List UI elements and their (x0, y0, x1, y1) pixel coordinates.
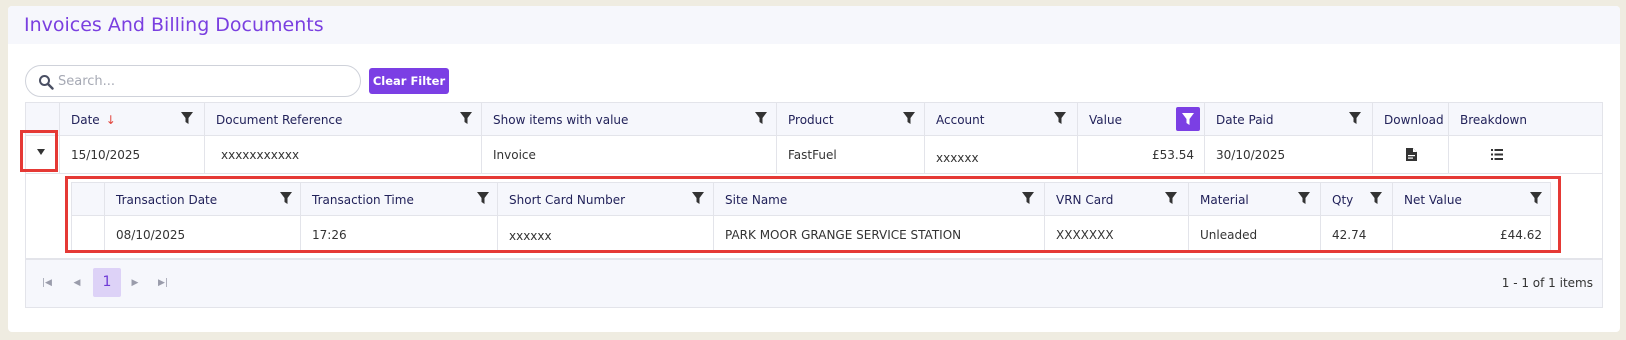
cell-breakdown (1448, 136, 1604, 173)
expand-toggle-button[interactable] (20, 130, 58, 172)
column-header-value[interactable]: Value (1077, 103, 1204, 135)
page-number-current[interactable]: 1 (93, 268, 121, 297)
sort-descending-icon[interactable]: ↓ (106, 113, 116, 127)
filter-active-button-value[interactable] (1176, 107, 1200, 131)
search-input[interactable] (58, 70, 348, 92)
cell-account: xxxxxx (924, 136, 1077, 173)
detail-highlight-outline (65, 176, 1561, 253)
filter-icon-show-items-with-value[interactable] (754, 111, 768, 125)
column-label-date-paid: Date Paid (1216, 113, 1274, 127)
pager: |◀ ◀ 1 ▶ ▶| 1 - 1 of 1 items (26, 259, 1602, 307)
column-header-breakdown: Breakdown (1448, 103, 1604, 135)
cell-date: 15/10/2025 (59, 136, 204, 173)
column-label-show-items-with-value: Show items with value (493, 113, 629, 127)
cell-document-reference: xxxxxxxxxxx (204, 136, 481, 173)
previous-page-icon[interactable]: ◀ (70, 276, 84, 290)
column-label-download: Download (1384, 113, 1444, 127)
search-icon (39, 75, 54, 90)
pager-info: 1 - 1 of 1 items (1501, 276, 1593, 290)
cell-date-paid: 30/10/2025 (1204, 136, 1372, 173)
column-header-product[interactable]: Product (776, 103, 924, 135)
pdf-file-icon[interactable] (1406, 148, 1417, 161)
filter-icon-product[interactable] (902, 111, 916, 125)
column-header-date-paid[interactable]: Date Paid (1204, 103, 1372, 135)
column-header-show-items-with-value[interactable]: Show items with value (481, 103, 776, 135)
filter-icon-date[interactable] (180, 111, 194, 125)
filter-icon-account[interactable] (1053, 111, 1067, 125)
search-box[interactable] (25, 65, 361, 97)
filter-icon-date-paid[interactable] (1348, 111, 1362, 125)
first-page-icon[interactable]: |◀ (40, 276, 54, 290)
list-icon[interactable] (1491, 149, 1503, 160)
column-header-account[interactable]: Account (924, 103, 1077, 135)
column-label-value: Value (1089, 113, 1122, 127)
chevron-down-icon (37, 149, 45, 155)
column-label-document-reference: Document Reference (216, 113, 343, 127)
table-row[interactable]: 15/10/2025 xxxxxxxxxxx Invoice FastFuel … (26, 136, 1602, 174)
next-page-icon[interactable]: ▶ (128, 276, 142, 290)
cell-download (1372, 136, 1448, 173)
column-label-breakdown: Breakdown (1460, 113, 1527, 127)
column-header-download: Download (1372, 103, 1448, 135)
grid-header-row: Date ↓ Document Reference Show items with… (26, 103, 1602, 136)
page-title: Invoices And Billing Documents (24, 14, 324, 36)
title-bar: Invoices And Billing Documents (8, 6, 1620, 44)
column-label-product: Product (788, 113, 834, 127)
last-page-icon[interactable]: ▶| (156, 276, 170, 290)
clear-filter-button[interactable]: Clear Filter (369, 68, 449, 94)
column-label-account: Account (936, 113, 985, 127)
column-header-date[interactable]: Date ↓ (59, 103, 204, 135)
column-label-date: Date (71, 113, 100, 127)
cell-value: £53.54 (1077, 136, 1204, 173)
filter-icon-document-reference[interactable] (459, 111, 473, 125)
invoices-card: Invoices And Billing Documents Clear Fil… (8, 6, 1620, 332)
column-header-document-reference[interactable]: Document Reference (204, 103, 481, 135)
cell-show-items-with-value: Invoice (481, 136, 776, 173)
cell-product: FastFuel (776, 136, 924, 173)
filter-icon-value (1182, 113, 1194, 125)
